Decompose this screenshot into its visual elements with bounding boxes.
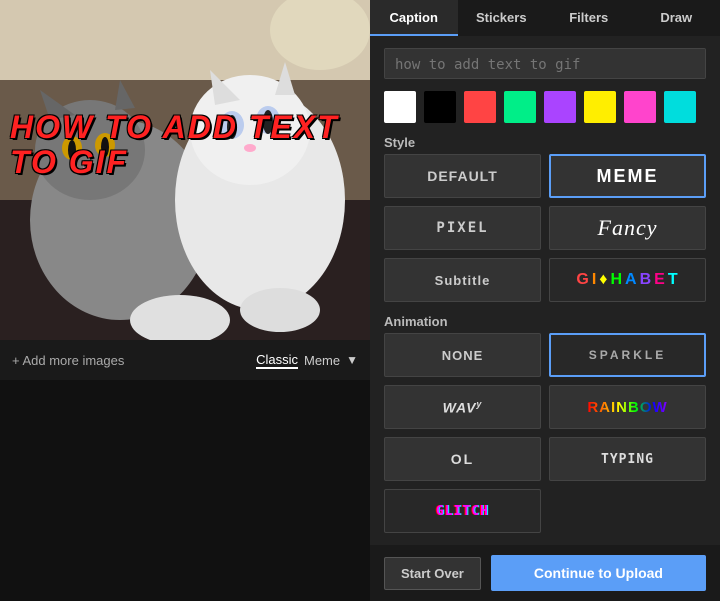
style-default-btn[interactable]: DEFAULT [384,154,541,198]
left-panel: HOW TO ADD TEXT TO GIF + Add more images… [0,0,370,601]
alphabet-letters: G I ♦ H A B E T [576,271,678,289]
gif-text-overlay: HOW TO ADD TEXT TO GIF [10,110,370,180]
anim-none-btn[interactable]: NONE [384,333,541,377]
wavy-label: WAVy [443,399,483,416]
color-black[interactable] [424,91,456,123]
color-picker-row [384,91,706,123]
color-red[interactable] [464,91,496,123]
anim-rainbow-btn[interactable]: RAINBOW [549,385,706,429]
animation-section-label: Animation [384,314,706,329]
style-alphabet-btn[interactable]: G I ♦ H A B E T [549,258,706,302]
continue-button[interactable]: Continue to Upload [491,555,706,591]
anim-glitch-btn[interactable]: GLITCH [384,489,541,533]
style-section-label: Style [384,135,706,150]
anim-wavy-btn[interactable]: WAVy [384,385,541,429]
color-yellow[interactable] [584,91,616,123]
style-section: Style DEFAULT MEME PIXEL Fancy Subtitle … [384,135,706,302]
bottom-actions: Start Over Continue to Upload [370,545,720,601]
style-selector: Classic Meme ▼ [256,352,358,369]
style-pixel-btn[interactable]: PIXEL [384,206,541,250]
color-white[interactable] [384,91,416,123]
dropdown-arrow-icon[interactable]: ▼ [346,353,358,367]
add-more-label: + Add more images [12,353,124,368]
color-purple[interactable] [544,91,576,123]
bottom-bar: + Add more images Classic Meme ▼ [0,340,370,380]
tab-draw[interactable]: Draw [633,0,720,36]
anim-typing-btn[interactable]: TYPING [549,437,706,481]
tab-filters[interactable]: Filters [545,0,633,36]
meme-option[interactable]: Meme [304,353,340,368]
style-meme-btn[interactable]: MEME [549,154,706,198]
panel-content: Style DEFAULT MEME PIXEL Fancy Subtitle … [370,36,720,545]
style-subtitle-btn[interactable]: Subtitle [384,258,541,302]
tab-stickers[interactable]: Stickers [458,0,546,36]
style-grid: DEFAULT MEME PIXEL Fancy Subtitle G I ♦ … [384,154,706,302]
animation-grid: NONE SPARKLE WAVy RAINBOW OL TYPING GLIT… [384,333,706,533]
rainbow-label: RAINBOW [587,399,667,416]
animation-section: Animation NONE SPARKLE WAVy RAINBOW OL T… [384,314,706,533]
color-pink[interactable] [624,91,656,123]
caption-input[interactable] [384,48,706,79]
tab-bar: Caption Stickers Filters Draw [370,0,720,36]
color-green[interactable] [504,91,536,123]
anim-sparkle-btn[interactable]: SPARKLE [549,333,706,377]
tab-caption[interactable]: Caption [370,0,458,36]
classic-option[interactable]: Classic [256,352,298,369]
anim-ol-btn[interactable]: OL [384,437,541,481]
color-cyan[interactable] [664,91,696,123]
style-fancy-btn[interactable]: Fancy [549,206,706,250]
gif-preview: HOW TO ADD TEXT TO GIF [0,0,370,340]
start-over-button[interactable]: Start Over [384,557,481,590]
add-more-button[interactable]: + Add more images [12,353,124,368]
right-panel: Caption Stickers Filters Draw Style DEFA… [370,0,720,601]
